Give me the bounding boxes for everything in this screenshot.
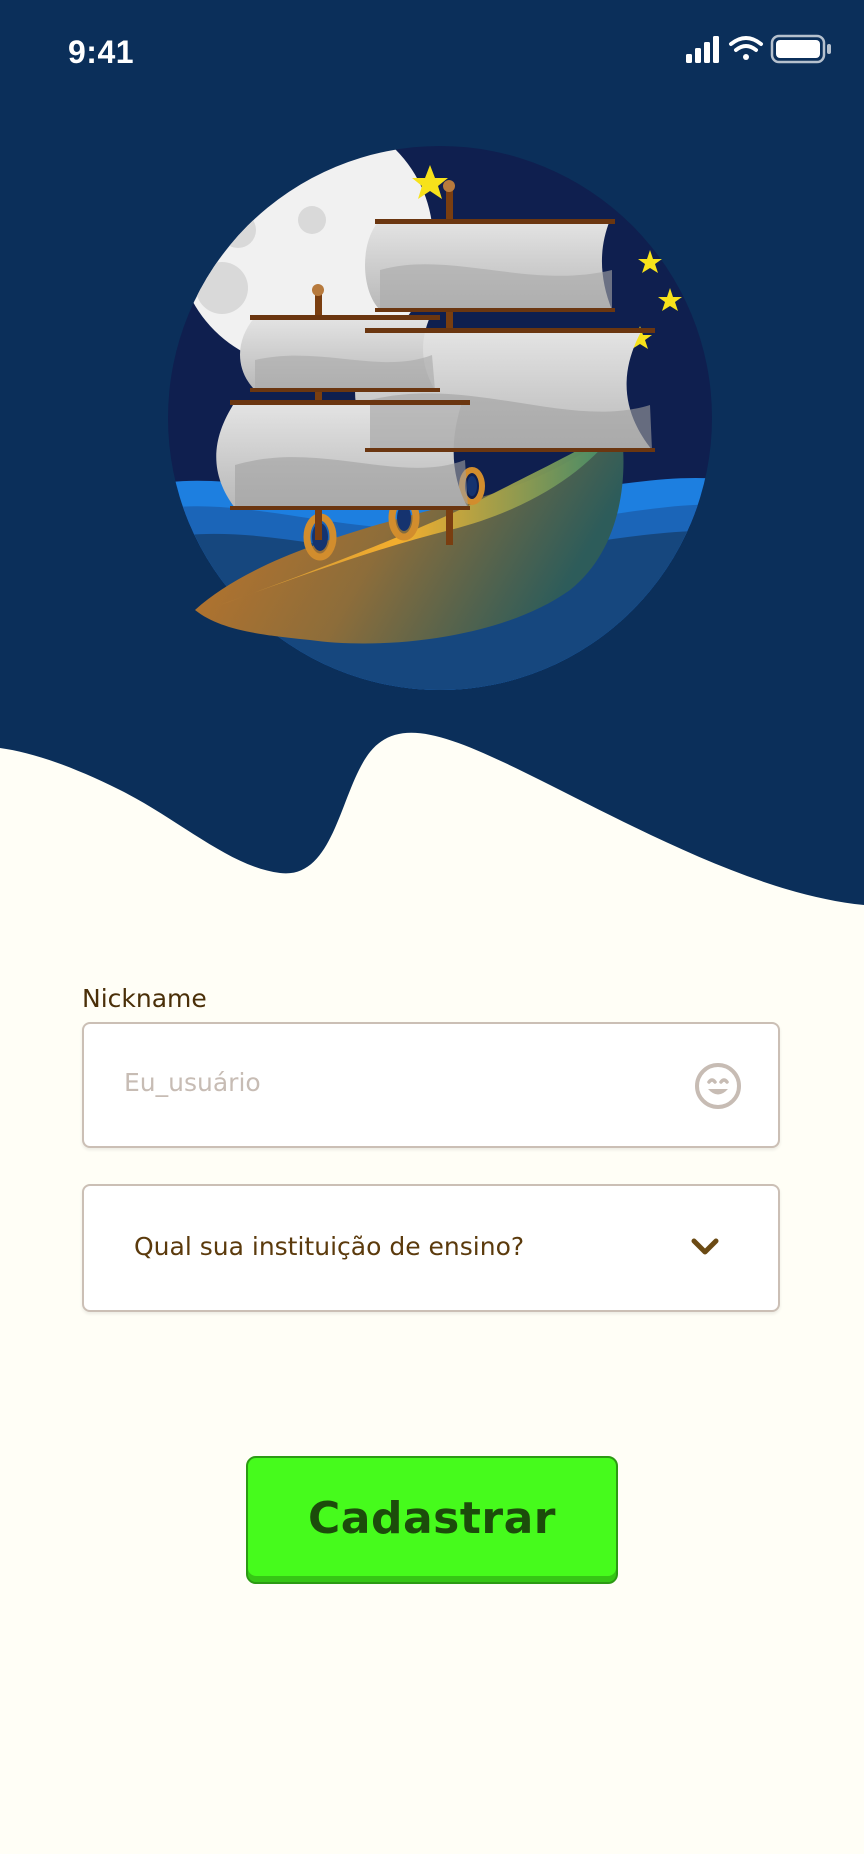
submit-button[interactable]: Cadastrar [246,1456,618,1584]
status-time: 9:41 [68,34,135,70]
submit-button-label: Cadastrar [308,1492,556,1544]
institution-select[interactable]: Qual sua instituição de ensino? [82,1184,780,1312]
chevron-down-icon [691,1238,719,1255]
nickname-input[interactable]: Eu_usuário [82,1022,780,1148]
nickname-label: Nickname [82,984,207,1013]
battery-icon [770,34,831,64]
status-icons [686,34,831,64]
signup-screen: 9:41 Nickname Eu_usuário Qual sua instit… [0,0,864,1854]
ship-illustration [168,146,712,690]
cellular-signal-icon [686,36,719,63]
nickname-placeholder: Eu_usuário [124,1068,261,1097]
smiley-face-icon [695,1063,741,1109]
institution-select-value: Qual sua instituição de ensino? [134,1232,525,1261]
wifi-icon [729,36,763,60]
